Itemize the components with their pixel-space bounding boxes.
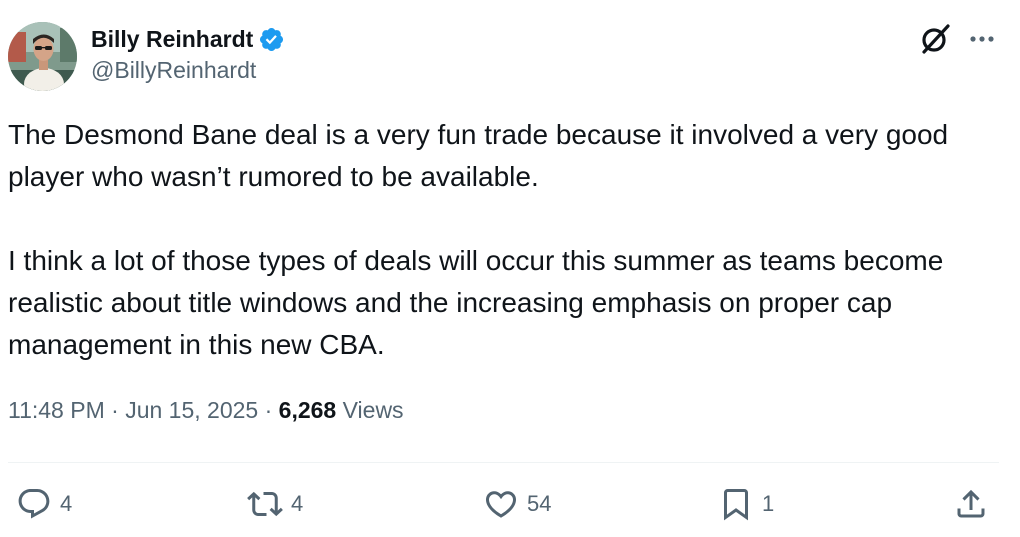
bookmark-icon [724,489,748,521]
repost-count: 4 [291,491,304,516]
more-dots-icon[interactable] [965,22,999,56]
tweet-time[interactable]: 11:48 PM [8,397,105,423]
repost-button[interactable]: 4 [247,484,303,524]
like-count: 54 [527,491,552,516]
bookmark-button[interactable]: 1 [718,484,774,524]
tweet-paragraph: The Desmond Bane deal is a very fun trad… [8,119,949,192]
reply-count: 4 [60,491,73,516]
reply-button[interactable]: 4 [16,484,72,524]
views-count: 6,268 [278,397,337,423]
reply-icon [18,489,50,519]
grok-icon[interactable] [918,22,952,56]
divider [8,462,999,463]
verified-badge-icon[interactable] [258,26,285,53]
heart-icon [485,491,517,518]
meta-separator: · [111,397,119,423]
tweet-date[interactable]: Jun 15, 2025 [125,397,258,423]
repost-icon [247,491,283,517]
display-name[interactable]: Billy Reinhardt [91,26,253,53]
meta-separator: · [264,397,273,423]
user-handle[interactable]: @BillyReinhardt [91,57,256,84]
tweet-metadata: 11:48 PM · Jun 15, 2025 · 6,268 Views [8,397,404,424]
like-button[interactable]: 54 [483,484,551,524]
tweet-text: The Desmond Bane deal is a very fun trad… [8,114,1008,366]
share-button[interactable] [953,484,989,524]
bookmark-count: 1 [762,491,775,516]
avatar[interactable] [8,22,77,91]
tweet-paragraph: I think a lot of those types of deals wi… [8,245,944,360]
share-icon [957,489,985,518]
avatar-image [8,22,77,91]
author-name-row: Billy Reinhardt [91,22,285,56]
views-label: Views [342,397,404,423]
